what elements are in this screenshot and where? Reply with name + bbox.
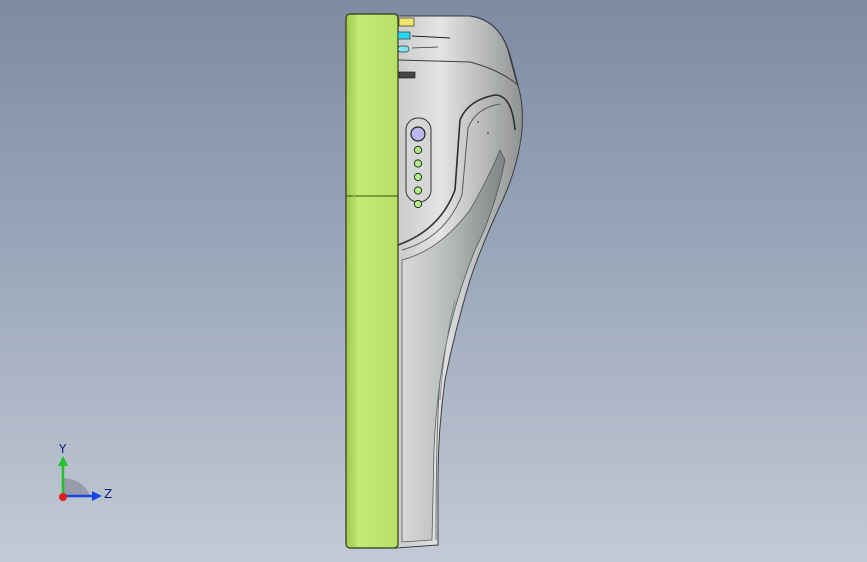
axis-triad: Y Z xyxy=(58,442,112,501)
cad-viewport[interactable] xyxy=(0,0,867,562)
x-axis-dot xyxy=(59,493,67,501)
connector-cyan xyxy=(397,31,411,40)
z-axis-label: Z xyxy=(104,487,112,501)
triad-plane-shading xyxy=(63,478,90,496)
connector-yellow xyxy=(398,17,415,27)
indicator-led xyxy=(413,159,423,168)
z-axis-arrow xyxy=(92,491,102,501)
y-axis-label: Y xyxy=(58,442,67,456)
indicator-led xyxy=(413,186,423,195)
indicator-led xyxy=(413,145,423,155)
connector-port xyxy=(398,71,416,79)
device-model[interactable] xyxy=(345,13,523,549)
y-axis-arrow xyxy=(58,456,68,466)
power-button xyxy=(410,126,426,142)
connector-cyan-small xyxy=(397,45,410,53)
indicator-led xyxy=(413,172,423,182)
ridge-dot-2 xyxy=(477,121,479,123)
ridge-dot xyxy=(487,132,489,134)
indicator-led xyxy=(413,199,423,209)
